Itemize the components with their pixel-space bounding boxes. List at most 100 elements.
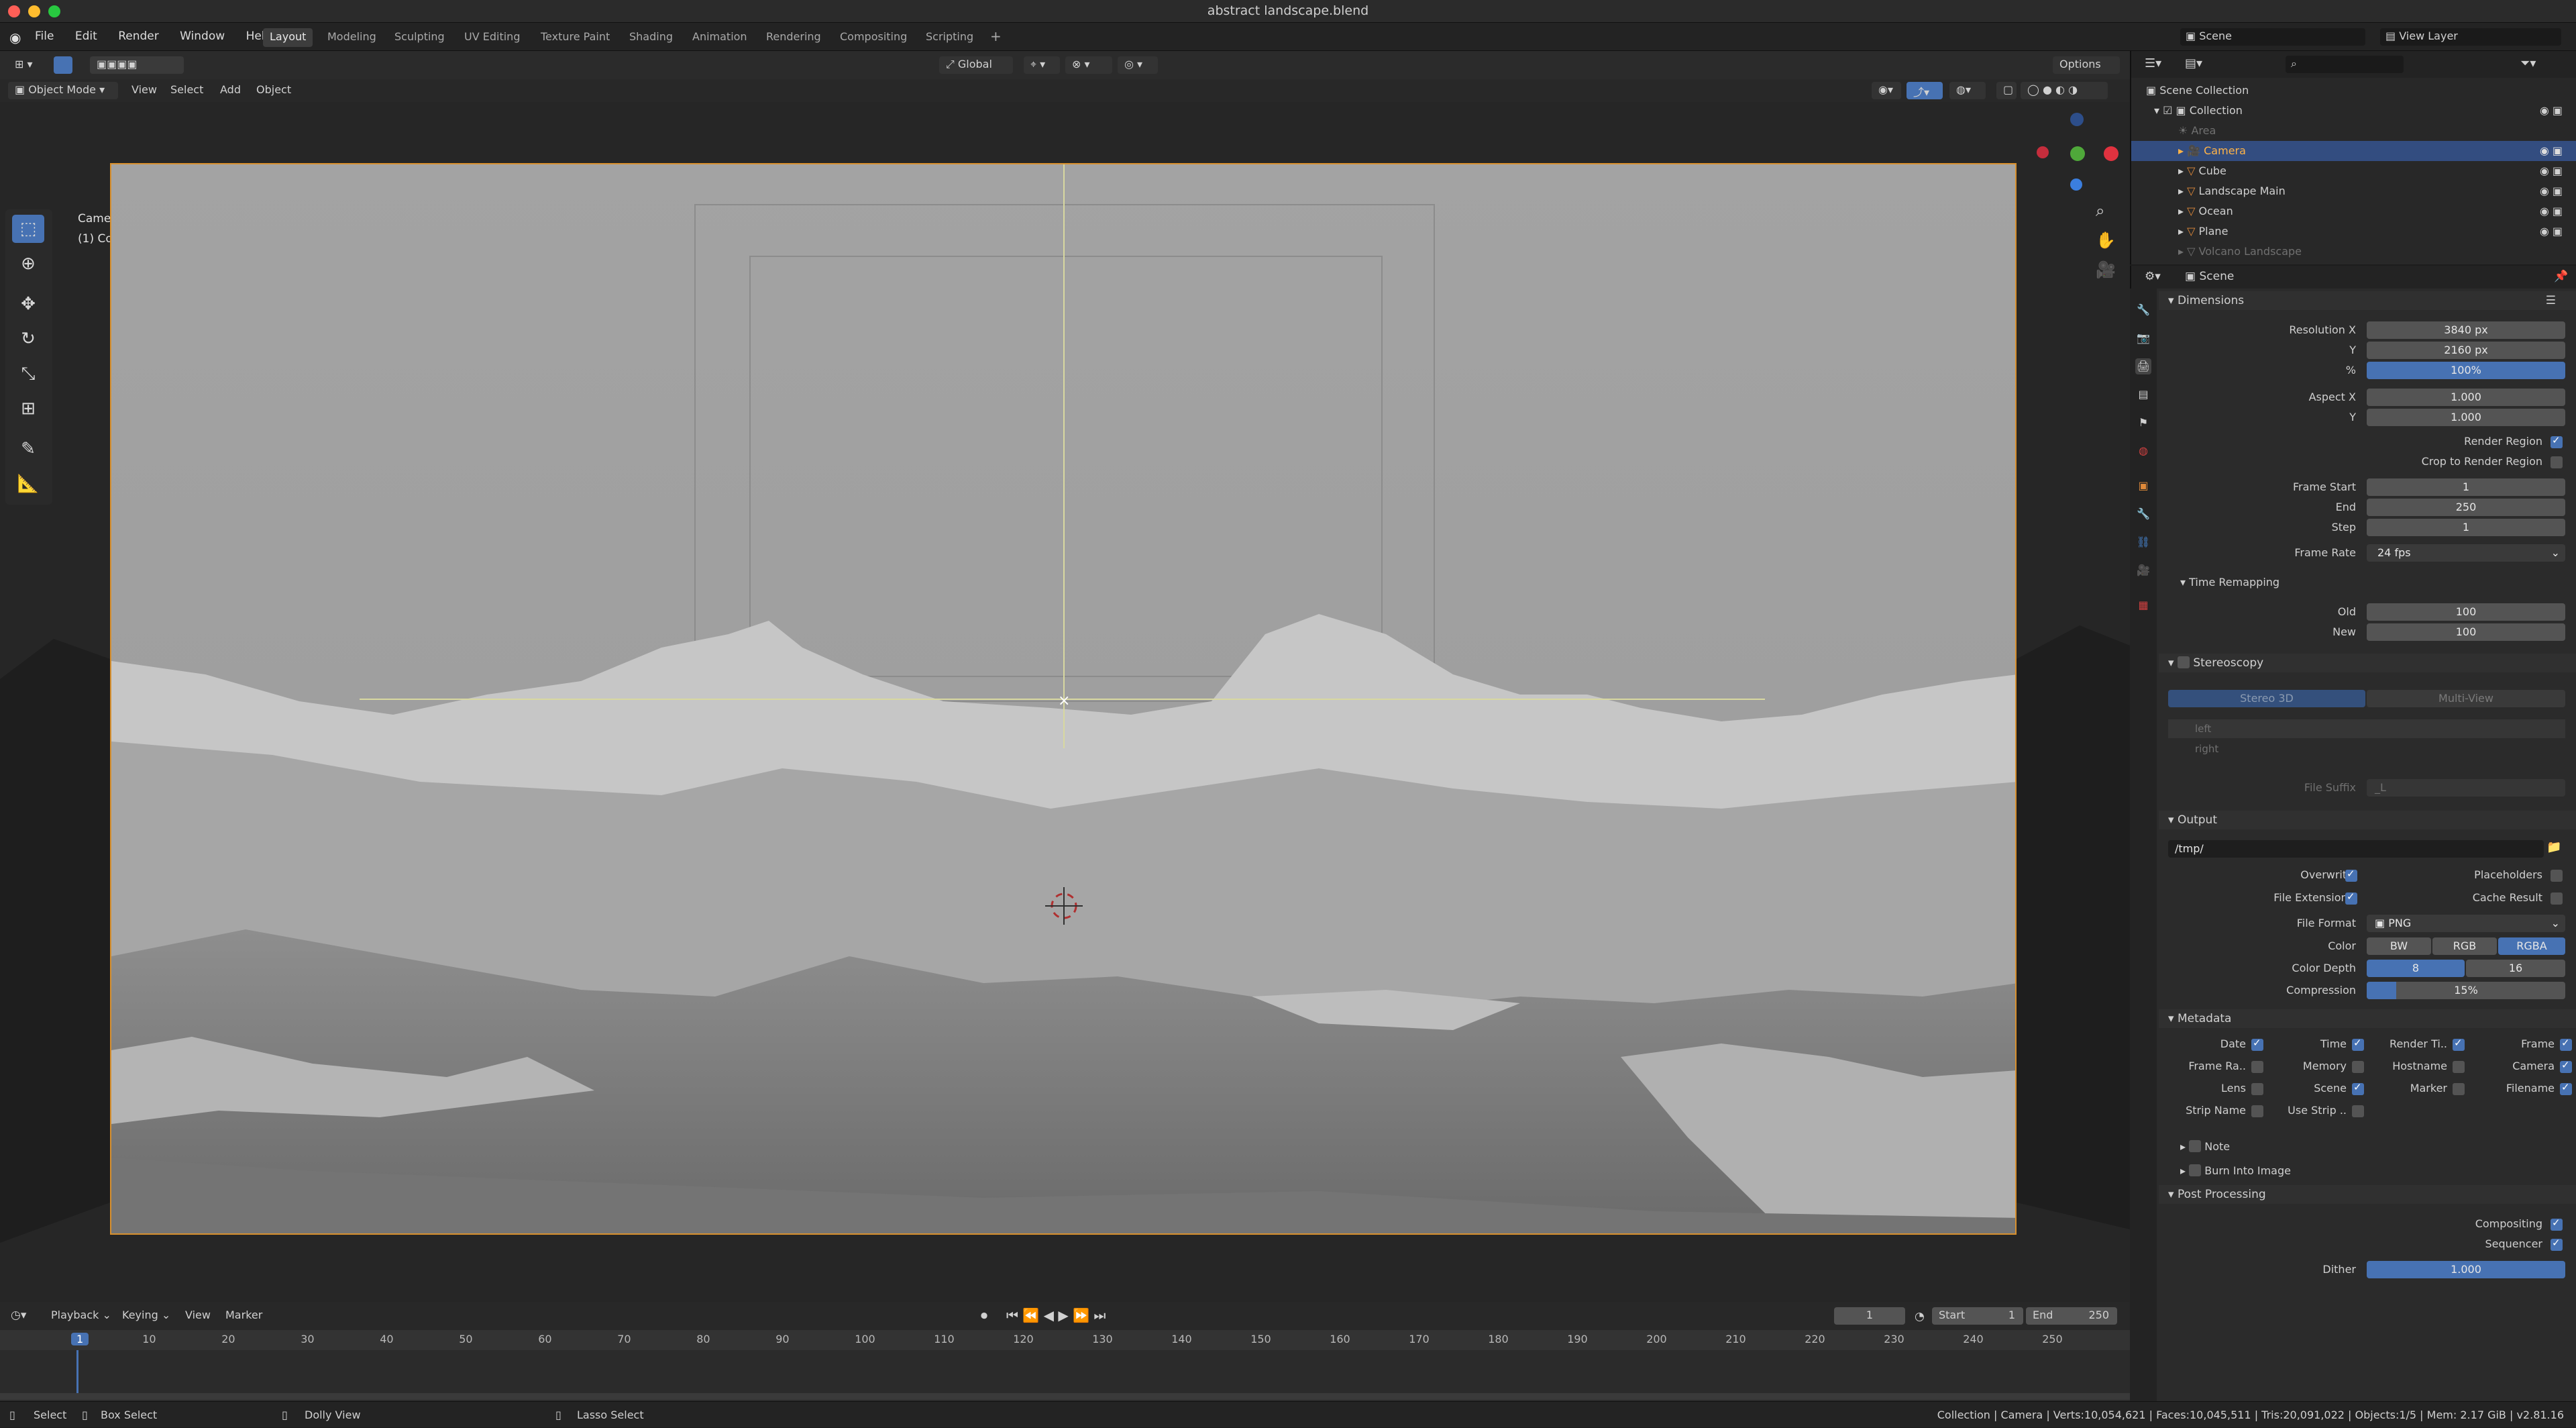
tab-sculpting[interactable]: Sculpting xyxy=(388,28,451,47)
note-subpanel[interactable]: ▸ Note xyxy=(2180,1138,2230,1153)
gizmo-toggle-icon[interactable]: ⤴▾ xyxy=(1907,82,1943,99)
selection-mode-buttons[interactable]: ▣▣▣▣ xyxy=(90,56,184,74)
resolution-percent-slider[interactable]: 100% xyxy=(2367,362,2565,379)
stereoscopy-checkbox[interactable] xyxy=(2177,656,2190,668)
menu-edit[interactable]: Edit xyxy=(75,30,97,43)
menu-select[interactable]: Select xyxy=(164,82,210,99)
stereo-3d-button[interactable]: Stereo 3D xyxy=(2168,690,2365,707)
color-bw-button[interactable]: BW xyxy=(2367,937,2431,955)
outliner-item[interactable]: ▸ ▽ Cube ◉ ▣ xyxy=(2131,161,2576,181)
xray-toggle-icon[interactable]: ▢ xyxy=(1996,82,2017,99)
annotate-icon[interactable]: ✎ xyxy=(12,435,44,463)
nav-gizmo-y-icon[interactable] xyxy=(2070,146,2085,161)
menu-view[interactable]: View xyxy=(125,82,164,99)
output-path-field[interactable]: /tmp/ xyxy=(2168,840,2544,858)
view-layer-tab-icon[interactable]: ▤ xyxy=(2135,387,2151,403)
visibility-eye-icon[interactable]: ◉ ▣ xyxy=(2540,181,2563,201)
visibility-eye-icon[interactable]: ◉ ▣ xyxy=(2540,141,2563,161)
color-depth-16-button[interactable]: 16 xyxy=(2466,960,2565,977)
tool-tab-icon[interactable]: 🔧 xyxy=(2135,302,2151,318)
menu-playback[interactable]: Playback ⌄ xyxy=(44,1307,118,1325)
sequencer-checkbox[interactable] xyxy=(2551,1237,2563,1251)
tab-modeling[interactable]: Modeling xyxy=(321,28,383,47)
outliner-item[interactable]: ▸ ▽ Plane ◉ ▣ xyxy=(2131,221,2576,242)
compression-slider[interactable]: 15% xyxy=(2367,982,2565,999)
output-tab-icon[interactable]: 🖨 xyxy=(2135,358,2151,374)
panel-metadata[interactable]: ▾ Metadata xyxy=(2159,1009,2576,1028)
outliner-display-mode-icon[interactable]: ▤▾ xyxy=(2185,56,2202,70)
metadata-checkbox[interactable] xyxy=(2560,1037,2572,1051)
tab-rendering[interactable]: Rendering xyxy=(759,28,828,47)
camera-view-icon[interactable]: 🎥 xyxy=(2096,260,2116,279)
note-checkbox[interactable] xyxy=(2189,1140,2202,1152)
tab-scripting[interactable]: Scripting xyxy=(919,28,980,47)
texture-tab-icon[interactable]: ▦ xyxy=(2135,597,2151,613)
compositing-checkbox[interactable] xyxy=(2551,1217,2563,1231)
menu-marker[interactable]: Marker xyxy=(219,1307,269,1325)
color-depth-8-button[interactable]: 8 xyxy=(2367,960,2465,977)
file-format-dropdown[interactable]: ▣ PNG ⌄ xyxy=(2367,915,2565,932)
tab-texture-paint[interactable]: Texture Paint xyxy=(534,28,616,47)
placeholders-checkbox[interactable] xyxy=(2551,870,2563,882)
shading-mode-buttons[interactable]: ◯ ● ◐ ◑ xyxy=(2021,82,2108,99)
transform-orientation-dropdown[interactable]: ⤢ Global xyxy=(939,56,1013,74)
outliner-item-selected[interactable]: ▸ 🎥 Camera ◉ ▣ xyxy=(2131,141,2576,161)
timeline-editor-icon[interactable]: ◷▾ xyxy=(11,1309,26,1322)
menu-keying[interactable]: Keying ⌄ xyxy=(115,1307,177,1325)
outliner-item[interactable]: ☀ Area xyxy=(2131,121,2576,141)
menu-timeline-view[interactable]: View xyxy=(178,1307,217,1325)
visibility-icon[interactable]: ◉▾ xyxy=(1872,82,1901,99)
visibility-eye-icon[interactable]: ◉ ▣ xyxy=(2540,201,2563,221)
object-tab-icon[interactable]: ▣ xyxy=(2135,478,2151,494)
nav-gizmo-z-icon[interactable] xyxy=(2070,113,2084,126)
snap-icon[interactable]: ⊗ ▾ xyxy=(1065,56,1112,74)
transform-icon[interactable]: ⊞ xyxy=(12,395,44,423)
start-frame-field[interactable]: Start 1 xyxy=(1932,1307,2023,1325)
pan-hand-icon[interactable]: ✋ xyxy=(2096,231,2116,250)
rotate-icon[interactable]: ↻ xyxy=(12,325,44,353)
constraints-tab-icon[interactable]: ⛓ xyxy=(2135,534,2151,550)
tab-shading[interactable]: Shading xyxy=(623,28,680,47)
pin-icon[interactable]: 📌 xyxy=(2554,270,2568,283)
playhead[interactable] xyxy=(76,1350,78,1396)
options-dropdown[interactable]: Options xyxy=(2053,56,2120,74)
resolution-x-field[interactable]: 3840 px xyxy=(2367,321,2565,339)
add-workspace-icon[interactable]: + xyxy=(983,26,1008,45)
editor-type-icon[interactable]: ⊞ ▾ xyxy=(8,56,40,74)
view-layer-selector[interactable]: ▤ View Layer xyxy=(2380,28,2561,46)
metadata-checkbox[interactable] xyxy=(2560,1081,2572,1095)
scene-tab-icon[interactable]: ⚑ xyxy=(2135,415,2151,431)
outliner-item[interactable]: ▸ ▽ Volcano Landscape xyxy=(2131,242,2576,262)
filter-icon[interactable]: ⏷▾ xyxy=(2520,56,2536,70)
tab-layout[interactable]: Layout xyxy=(263,28,313,47)
menu-add[interactable]: Add xyxy=(213,82,248,99)
nav-gizmo-x-icon[interactable] xyxy=(2104,146,2118,161)
tab-animation[interactable]: Animation xyxy=(686,28,754,47)
color-rgb-button[interactable]: RGB xyxy=(2432,937,2497,955)
blender-logo-icon[interactable]: ◉ xyxy=(9,30,21,46)
select-mode-icon[interactable] xyxy=(54,56,72,74)
current-frame-field[interactable]: 1 xyxy=(1834,1307,1905,1325)
record-icon[interactable]: ⏺ xyxy=(981,1307,987,1323)
folder-icon[interactable]: 📁 xyxy=(2546,840,2561,854)
frame-rate-dropdown[interactable]: 24 fps ⌄ xyxy=(2367,544,2565,562)
timeline-ruler[interactable]: 1 10 20 30 40 50 60 70 80 90 100 110 120 130 140 150 160… xyxy=(0,1330,2130,1350)
menu-render[interactable]: Render xyxy=(118,30,159,43)
visibility-eye-icon[interactable]: ◉ ▣ xyxy=(2540,161,2563,181)
multi-view-button[interactable]: Multi-View xyxy=(2367,690,2565,707)
properties-editor-icon[interactable]: ⚙▾ xyxy=(2145,270,2161,283)
outliner-item[interactable]: ▸ ▽ Ocean ◉ ▣ xyxy=(2131,201,2576,221)
cursor-icon[interactable]: ⊕ xyxy=(12,250,44,278)
dither-slider[interactable]: 1.000 xyxy=(2367,1261,2565,1278)
panel-post-processing[interactable]: ▾ Post Processing xyxy=(2159,1185,2576,1204)
frame-end-field[interactable]: 250 xyxy=(2367,499,2565,516)
scale-icon[interactable]: ⤡ xyxy=(12,360,44,388)
outliner-collection[interactable]: ▾ ☑ ▣ Collection ◉ ▣ xyxy=(2131,101,2576,121)
visibility-eye-icon[interactable]: ◉ ▣ xyxy=(2540,221,2563,242)
time-new-field[interactable]: 100 xyxy=(2367,623,2565,641)
world-tab-icon[interactable]: ◍ xyxy=(2135,443,2151,459)
proportional-edit-icon[interactable]: ◎ ▾ xyxy=(1118,56,1158,74)
pivot-icon[interactable]: ⌖ ▾ xyxy=(1024,56,1060,74)
time-old-field[interactable]: 100 xyxy=(2367,603,2565,621)
modifier-tab-icon[interactable]: 🔧 xyxy=(2135,506,2151,522)
